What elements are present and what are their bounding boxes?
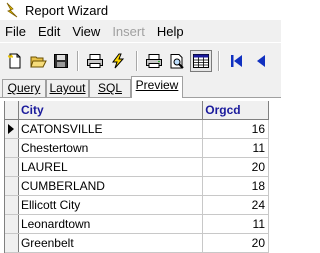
table-row[interactable]: LAUREL 20 — [5, 158, 270, 177]
row-indicator — [5, 234, 19, 252]
cell-city[interactable]: Chestertown — [19, 139, 204, 157]
new-document-icon — [7, 53, 21, 69]
tab-sql-label: SQL — [97, 81, 122, 95]
table-grid-icon — [193, 54, 209, 68]
row-indicator — [5, 139, 19, 157]
table-row[interactable]: CUMBERLAND 18 — [5, 177, 270, 196]
table-row[interactable]: Ellicott City 24 — [5, 196, 270, 215]
menu-file[interactable]: File — [0, 24, 32, 39]
column-header-city[interactable]: City — [19, 101, 204, 119]
cell-orgcd[interactable]: 24 — [203, 196, 270, 214]
row-indicator — [5, 215, 19, 233]
cell-city[interactable]: Greenbelt — [19, 234, 204, 252]
save-icon — [54, 54, 68, 68]
cell-orgcd[interactable]: 11 — [203, 215, 270, 233]
tab-preview-label: Preview — [135, 78, 179, 92]
new-button[interactable] — [4, 50, 26, 72]
previous-record-icon — [257, 55, 265, 67]
tab-query[interactable]: Query — [2, 79, 46, 97]
tab-layout[interactable]: Layout — [46, 79, 89, 97]
menu-edit[interactable]: Edit — [32, 24, 66, 39]
table-row[interactable]: Greenbelt 20 — [5, 234, 270, 253]
cell-orgcd[interactable]: 18 — [203, 177, 270, 195]
tab-layout-label: Layout — [49, 81, 86, 95]
menu-bar: File Edit View Insert Help — [0, 20, 281, 42]
run-lightning-icon — [112, 53, 125, 69]
row-indicator — [5, 177, 19, 195]
print-icon — [146, 54, 162, 68]
grid-view-button[interactable] — [190, 50, 212, 72]
row-indicator-header — [5, 101, 19, 119]
print-setup-button[interactable] — [84, 50, 106, 72]
open-folder-icon — [29, 56, 47, 68]
cell-orgcd[interactable]: 16 — [203, 120, 270, 138]
table-row[interactable]: Leonardtown 11 — [5, 215, 270, 234]
cell-city[interactable]: Leonardtown — [19, 215, 204, 233]
tab-preview[interactable]: Preview — [131, 76, 183, 98]
open-button[interactable] — [27, 50, 49, 72]
menu-help[interactable]: Help — [151, 24, 190, 39]
menu-insert: Insert — [112, 23, 145, 39]
previous-record-button[interactable] — [250, 50, 272, 72]
cell-city[interactable]: CATONSVILLE — [19, 120, 204, 138]
cell-city[interactable]: Ellicott City — [19, 196, 204, 214]
print-preview-button[interactable] — [166, 50, 188, 72]
table-row[interactable]: CATONSVILLE 16 — [5, 120, 270, 139]
print-button[interactable] — [143, 50, 165, 72]
tab-strip: Query Layout SQL Preview — [0, 76, 281, 98]
print-preview-icon — [170, 54, 184, 69]
preview-pane: City Orgcd CATONSVILLE 16 Chestertown 11… — [0, 97, 281, 253]
window-title: Report Wizard — [25, 2, 109, 18]
current-row-indicator — [5, 120, 19, 138]
tab-query-label: Query — [7, 81, 41, 95]
wizard-wand-icon — [6, 2, 18, 18]
row-indicator — [5, 196, 19, 214]
column-header-orgcd[interactable]: Orgcd — [203, 101, 269, 119]
cell-city[interactable]: LAUREL — [19, 158, 204, 176]
current-row-arrow-icon — [8, 124, 15, 134]
results-grid: City Orgcd CATONSVILLE 16 Chestertown 11… — [4, 101, 270, 253]
table-row[interactable]: Chestertown 11 — [5, 139, 270, 158]
tab-sql[interactable]: SQL — [89, 79, 131, 97]
run-button[interactable] — [107, 50, 129, 72]
save-button[interactable] — [50, 50, 72, 72]
cell-orgcd[interactable]: 20 — [203, 158, 270, 176]
print-setup-icon — [87, 54, 103, 68]
grid-header-row: City Orgcd — [5, 101, 269, 120]
row-indicator — [5, 158, 19, 176]
cell-orgcd[interactable]: 11 — [203, 139, 270, 157]
title-bar: Report Wizard — [0, 0, 281, 20]
first-record-button[interactable] — [225, 50, 247, 72]
first-record-icon — [231, 55, 242, 67]
cell-city[interactable]: CUMBERLAND — [19, 177, 204, 195]
cell-orgcd[interactable]: 20 — [203, 234, 270, 252]
toolbar — [0, 42, 281, 77]
menu-view[interactable]: View — [66, 24, 106, 39]
